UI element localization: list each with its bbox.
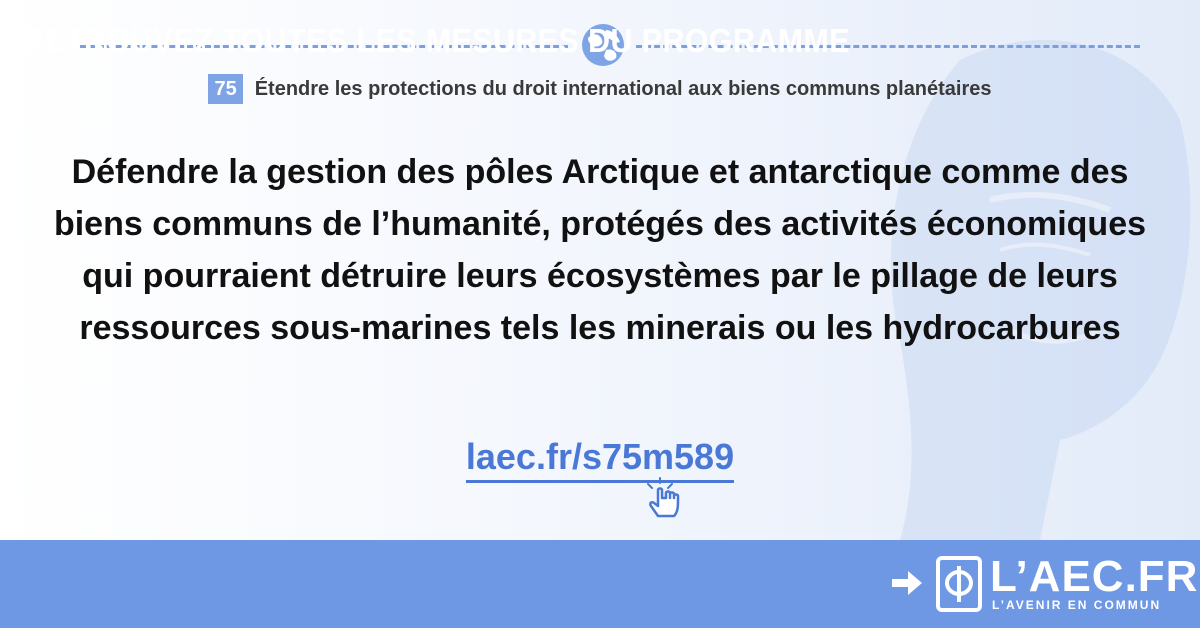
logo-text: L’AEC.FR [990, 552, 1199, 601]
banner-cta-text[interactable]: RETROUVEZ TOUTES LES MESURES DU PROGRAMM… [22, 22, 850, 60]
pointer-hand-icon [647, 477, 680, 518]
measure-number-badge: 75 [208, 74, 243, 104]
short-link[interactable]: laec.fr/s75m589 [0, 436, 1200, 483]
arrow-right-icon [892, 571, 922, 595]
measure-header: 75 Étendre les protections du droit inte… [0, 74, 1200, 104]
phi-logo-icon [936, 556, 982, 612]
short-link-text[interactable]: laec.fr/s75m589 [465, 436, 735, 483]
logo-subtitle: L’AVENIR EN COMMUN [992, 598, 1162, 612]
main-statement: Défendre la gestion des pôles Arctique e… [53, 153, 1147, 347]
measure-title: Étendre les protections du droit interna… [254, 77, 992, 100]
